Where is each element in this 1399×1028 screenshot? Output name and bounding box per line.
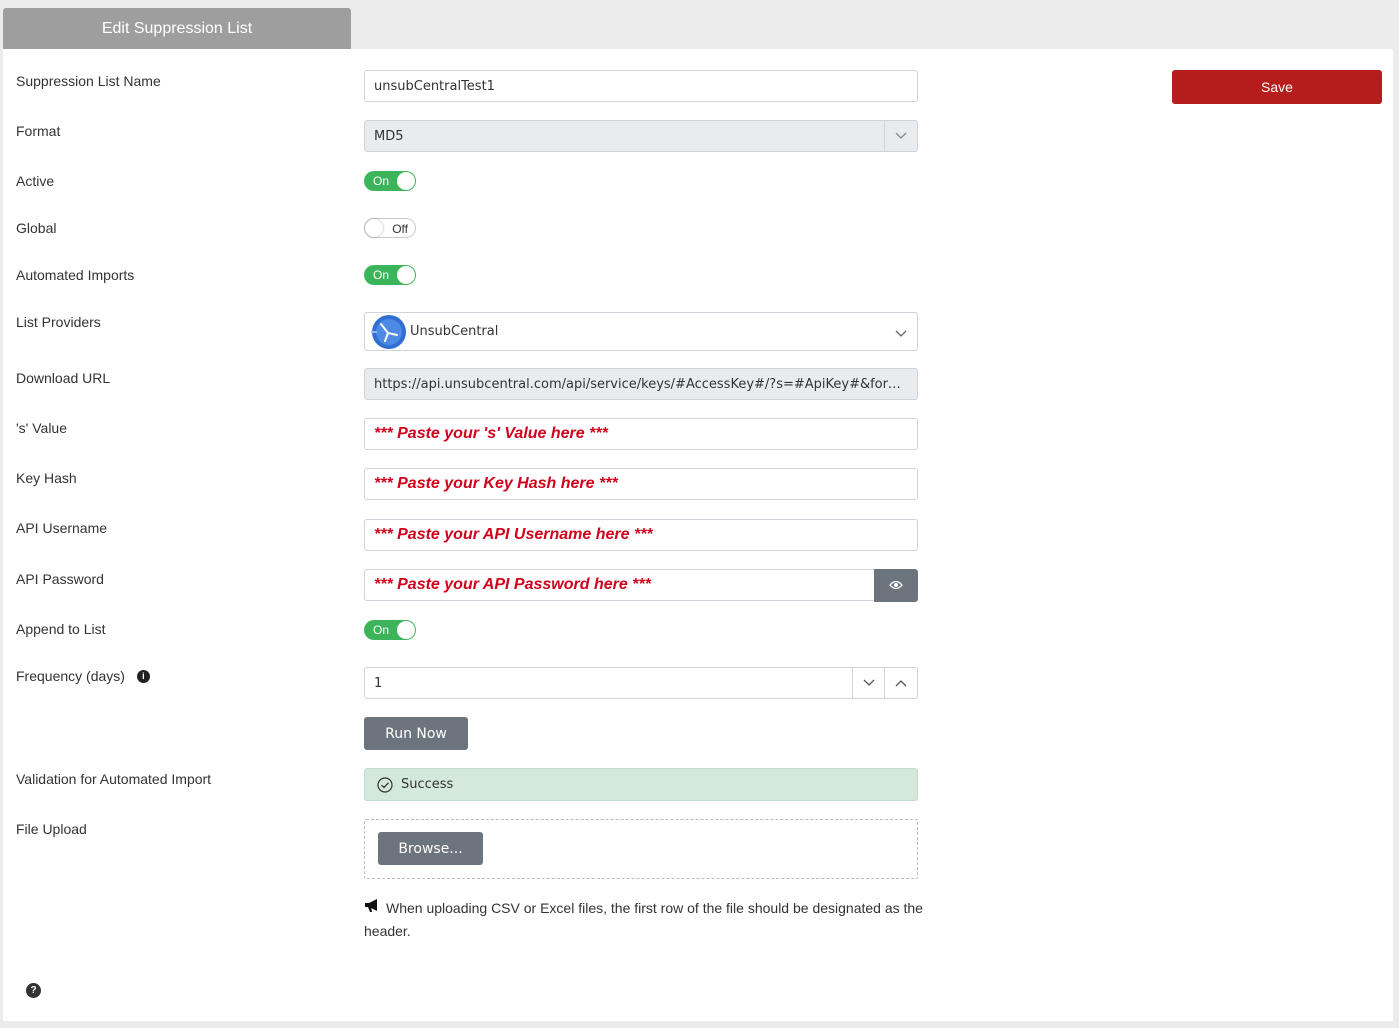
- format-select[interactable]: MD5: [364, 120, 918, 152]
- automated-imports-label: Automated Imports: [16, 267, 135, 283]
- browse-button[interactable]: Browse...: [378, 832, 483, 865]
- tab-title: Edit Suppression List: [101, 19, 253, 37]
- save-button-label: Save: [1261, 79, 1293, 95]
- validation-status: Success: [364, 768, 918, 801]
- frequency-label: Frequency (days) i: [16, 668, 150, 684]
- chevron-up-icon[interactable]: [884, 668, 917, 698]
- append-toggle[interactable]: On: [364, 620, 416, 640]
- download-url-label: Download URL: [16, 370, 111, 386]
- run-now-label: Run Now: [385, 725, 447, 742]
- global-toggle[interactable]: Off: [364, 218, 416, 238]
- format-label: Format: [16, 123, 61, 139]
- save-button[interactable]: Save: [1172, 70, 1382, 104]
- provider-value: UnsubCentral: [410, 324, 499, 339]
- form-panel: Save Suppression List Name unsubCentralT…: [3, 49, 1393, 1021]
- active-toggle[interactable]: On: [364, 171, 416, 191]
- show-password-button[interactable]: [874, 569, 918, 602]
- check-circle-icon: [377, 776, 393, 793]
- help-icon[interactable]: ?: [26, 983, 41, 998]
- global-toggle-state: Off: [392, 222, 408, 236]
- global-label: Global: [16, 220, 57, 236]
- download-url-input[interactable]: https://api.unsubcentral.com/api/service…: [364, 368, 918, 400]
- tab-edit-suppression-list[interactable]: Edit Suppression List: [3, 8, 351, 49]
- api-username-input[interactable]: *** Paste your API Username here ***: [364, 519, 918, 551]
- list-providers-label: List Providers: [16, 314, 101, 330]
- api-username-label: API Username: [16, 520, 108, 536]
- automated-imports-state: On: [373, 268, 390, 282]
- api-password-placeholder: *** Paste your API Password here ***: [374, 576, 651, 593]
- name-label: Suppression List Name: [16, 73, 161, 89]
- append-label: Append to List: [16, 621, 106, 637]
- validation-status-text: Success: [401, 777, 454, 792]
- megaphone-icon: [364, 896, 380, 918]
- eye-icon: [889, 578, 903, 594]
- list-providers-select[interactable]: UnsubCentral: [364, 312, 918, 351]
- chevron-down-icon[interactable]: [852, 668, 885, 698]
- key-hash-label: Key Hash: [16, 470, 77, 486]
- file-drop-zone[interactable]: Browse...: [364, 819, 918, 879]
- s-value-placeholder: *** Paste your 's' Value here ***: [374, 425, 608, 442]
- toggle-knob: [397, 172, 415, 190]
- frequency-label-text: Frequency (days): [16, 668, 125, 684]
- chevron-down-icon: [895, 327, 907, 342]
- format-value: MD5: [374, 128, 404, 144]
- append-toggle-state: On: [373, 623, 390, 637]
- frequency-stepper[interactable]: 1: [364, 667, 918, 699]
- name-value: unsubCentralTest1: [374, 78, 495, 94]
- s-value-input[interactable]: *** Paste your 's' Value here ***: [364, 418, 918, 450]
- provider-logo-icon: [368, 314, 406, 350]
- frequency-value: 1: [374, 675, 383, 691]
- toggle-knob: [397, 621, 415, 639]
- file-upload-label: File Upload: [16, 821, 87, 837]
- key-hash-placeholder: *** Paste your Key Hash here ***: [374, 475, 618, 492]
- active-label: Active: [16, 173, 55, 189]
- toggle-knob: [365, 219, 383, 237]
- validation-label: Validation for Automated Import: [16, 771, 212, 787]
- key-hash-input[interactable]: *** Paste your Key Hash here ***: [364, 468, 918, 500]
- chevron-down-icon: [884, 121, 917, 151]
- upload-note-text: When uploading CSV or Excel files, the f…: [364, 900, 923, 940]
- browse-label: Browse...: [398, 840, 463, 857]
- download-url-value: https://api.unsubcentral.com/api/service…: [374, 376, 908, 392]
- active-toggle-state: On: [373, 174, 390, 188]
- s-value-label: 's' Value: [16, 420, 68, 436]
- api-password-input[interactable]: *** Paste your API Password here ***: [364, 569, 875, 601]
- name-input[interactable]: unsubCentralTest1: [364, 70, 918, 102]
- info-icon[interactable]: i: [136, 669, 150, 683]
- upload-note: When uploading CSV or Excel files, the f…: [364, 897, 924, 942]
- toggle-knob: [397, 266, 415, 284]
- api-password-label: API Password: [16, 571, 104, 587]
- api-username-placeholder: *** Paste your API Username here ***: [374, 526, 653, 543]
- automated-imports-toggle[interactable]: On: [364, 265, 416, 285]
- run-now-button[interactable]: Run Now: [364, 717, 468, 750]
